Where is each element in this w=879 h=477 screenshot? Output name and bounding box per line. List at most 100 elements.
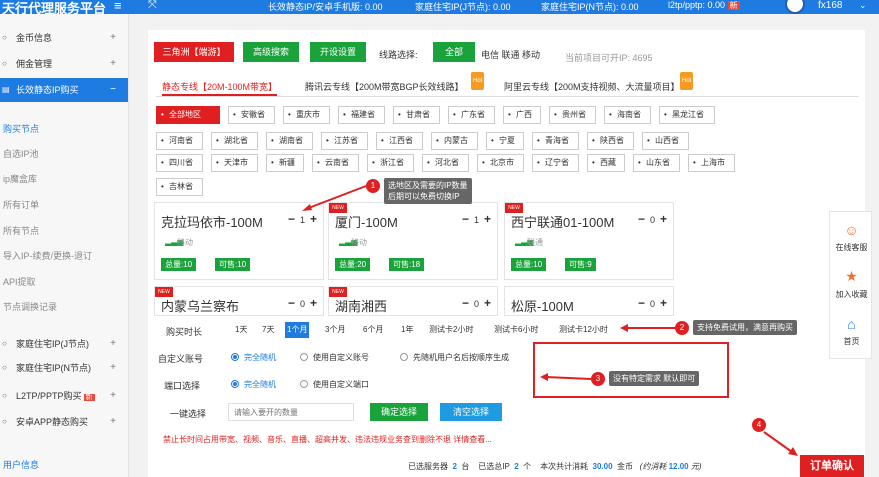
quantity-stepper[interactable]: −0 + [638, 212, 667, 226]
plus-button[interactable]: + [484, 212, 491, 226]
minus-button[interactable]: − [462, 212, 469, 226]
province-14[interactable]: 江西省 [376, 132, 423, 150]
warning-text[interactable]: 禁止长时间占用带宽、视频、音乐、直播、超高并发、违法违规业务查到删除不退 详情查… [163, 434, 492, 445]
province-22[interactable]: 新疆 [266, 154, 304, 172]
quantity-stepper[interactable]: −1 + [288, 212, 317, 226]
account-custom-radio[interactable]: 使用自定义账号 [300, 352, 369, 363]
province-29[interactable]: 山东省 [633, 154, 680, 172]
node-card[interactable]: 克拉玛依市-100M −1 + ▂▃▅ 移动 总量:10 可售:10 [154, 202, 324, 280]
sidebar-sub-ip-pool[interactable]: 自选IP池 [3, 147, 39, 160]
carrier-filter[interactable]: 电信 联通 移动 [481, 48, 540, 61]
duration-1d[interactable]: 1天 [233, 322, 249, 338]
province-25[interactable]: 河北省 [422, 154, 469, 172]
province-7[interactable]: 贵州省 [549, 106, 596, 124]
chevron-down-icon[interactable]: ⌄ [859, 0, 867, 11]
node-card[interactable]: NEW 内蒙乌兰察布 −0 + [154, 286, 324, 316]
minus-button[interactable]: − [638, 212, 645, 226]
sidebar-sub-orders[interactable]: 所有订单 [3, 198, 39, 211]
province-4[interactable]: 甘肃省 [393, 106, 440, 124]
province-21[interactable]: 天津市 [211, 154, 258, 172]
quantity-input[interactable] [228, 403, 354, 421]
sidebar-item-home-j[interactable]: ○ 家庭住宅IP(J节点) + [0, 332, 128, 356]
quantity-stepper[interactable]: −0 + [638, 296, 667, 310]
province-16[interactable]: 宁夏 [486, 132, 524, 150]
province-8[interactable]: 海南省 [604, 106, 651, 124]
sidebar-item-gold[interactable]: ○ 金币信息 + [0, 26, 128, 50]
node-card[interactable]: NEW 西宁联通01-100M −0 + ▂▃▅ 联通 总量:10 可售:9 [504, 202, 674, 280]
plus-button[interactable]: + [310, 212, 317, 226]
sidebar-item-commission[interactable]: ○ 佣金管理 + [0, 52, 128, 76]
province-28[interactable]: 西藏 [587, 154, 625, 172]
province-23[interactable]: 云南省 [312, 154, 359, 172]
duration-6m[interactable]: 6个月 [361, 322, 385, 338]
add-favorite[interactable]: ★ 加入收藏 [830, 268, 873, 300]
province-24[interactable]: 浙江省 [367, 154, 414, 172]
port-random-radio[interactable]: 完全随机 [231, 379, 276, 390]
minus-button[interactable]: − [638, 296, 645, 310]
quantity-stepper[interactable]: −1 + [462, 212, 491, 226]
open-settings-button[interactable]: 开设设置 [310, 42, 366, 62]
province-6[interactable]: 广西 [503, 106, 541, 124]
sidebar-item-l2tp[interactable]: ○ L2TP/PPTP购买新 + [0, 384, 128, 408]
username[interactable]: fx168 [818, 0, 842, 11]
plus-button[interactable]: + [310, 296, 317, 310]
sidebar-sub-api[interactable]: API提取 [3, 275, 36, 288]
node-card[interactable]: 松原-100M −0 + [504, 286, 674, 316]
duration-test-6h[interactable]: 测试卡6小时 [492, 322, 540, 338]
plus-button[interactable]: + [484, 296, 491, 310]
quantity-stepper[interactable]: −0 + [288, 296, 317, 310]
home-link[interactable]: ⌂ 首页 [830, 316, 873, 347]
duration-1y[interactable]: 1年 [399, 322, 415, 338]
duration-1m[interactable]: 1个月 [285, 322, 310, 338]
minus-button[interactable]: − [288, 296, 295, 310]
province-15[interactable]: 内蒙古 [431, 132, 478, 150]
port-custom-radio[interactable]: 使用自定义端口 [300, 379, 369, 390]
province-10[interactable]: 河南省 [156, 132, 203, 150]
menu-icon[interactable]: ≡ [114, 0, 122, 13]
duration-7d[interactable]: 7天 [260, 322, 276, 338]
province-1[interactable]: 安徽省 [228, 106, 275, 124]
province-19[interactable]: 山西省 [642, 132, 689, 150]
minus-button[interactable]: − [288, 212, 295, 226]
sidebar-item-home-n[interactable]: ○ 家庭住宅IP(N节点) + [0, 356, 128, 380]
sidebar-sub-swap-log[interactable]: 节点调换记录 [3, 300, 57, 313]
expand-icon[interactable]: ⤧ [148, 0, 157, 12]
province-12[interactable]: 湖南省 [266, 132, 313, 150]
province-17[interactable]: 青海省 [532, 132, 579, 150]
province-13[interactable]: 江苏省 [321, 132, 368, 150]
route-all-button[interactable]: 全部 [433, 42, 475, 62]
tab-static[interactable]: 静态专线【20M-100M带宽】 [162, 78, 278, 96]
province-5[interactable]: 广东省 [448, 106, 495, 124]
sidebar-item-android[interactable]: ○ 安卓APP静态购买 + [0, 410, 128, 434]
quantity-stepper[interactable]: −0 + [462, 296, 491, 310]
sidebar-sub-buy-node[interactable]: 购买节点 [3, 122, 39, 135]
sidebar-user-info[interactable]: 用户信息 [3, 458, 39, 471]
province-18[interactable]: 陕西省 [587, 132, 634, 150]
province-31[interactable]: 吉林省 [156, 178, 203, 196]
province-9[interactable]: 黑龙江省 [659, 106, 715, 124]
node-card[interactable]: NEW 厦门-100M −1 + ▂▃▅ 移动 总量:20 可售:18 [328, 202, 498, 280]
duration-3m[interactable]: 3个月 [323, 322, 347, 338]
confirm-select-button[interactable]: 确定选择 [370, 403, 428, 421]
duration-test-12h[interactable]: 测试卡12小时 [557, 322, 610, 338]
province-26[interactable]: 北京市 [477, 154, 524, 172]
province-27[interactable]: 辽宁省 [532, 154, 579, 172]
minus-button[interactable]: − [462, 296, 469, 310]
plus-button[interactable]: + [660, 296, 667, 310]
account-random-radio[interactable]: 完全随机 [231, 352, 276, 363]
province-30[interactable]: 上海市 [688, 154, 735, 172]
tab-tencent[interactable]: 腾讯云专线【200M带宽BGP长效线路】 Hot [305, 72, 485, 96]
order-confirm-button[interactable]: 订单确认 [800, 455, 864, 477]
province-11[interactable]: 湖北省 [211, 132, 258, 150]
online-service[interactable]: ☺ 在线客服 [830, 222, 873, 253]
clear-select-button[interactable]: 清空选择 [440, 403, 502, 421]
duration-test-2h[interactable]: 测试卡2小时 [427, 322, 475, 338]
sidebar-sub-import[interactable]: 导入IP-续费/更换-退订 [3, 249, 92, 262]
sidebar-sub-ip-box[interactable]: ip魔盒库 [3, 172, 37, 185]
node-card[interactable]: NEW 湖南湘西 −0 + [328, 286, 498, 316]
account-sequence-radio[interactable]: 先随机用户名后按顺序生成 [400, 352, 509, 363]
plus-button[interactable]: + [660, 212, 667, 226]
tab-aliyun[interactable]: 阿里云专线【200M支持视频、大流量项目】 Hot [504, 72, 694, 96]
sidebar-item-static-ip[interactable]: ▤ 长效静态IP购买 − [0, 78, 128, 102]
province-20[interactable]: 四川省 [156, 154, 203, 172]
